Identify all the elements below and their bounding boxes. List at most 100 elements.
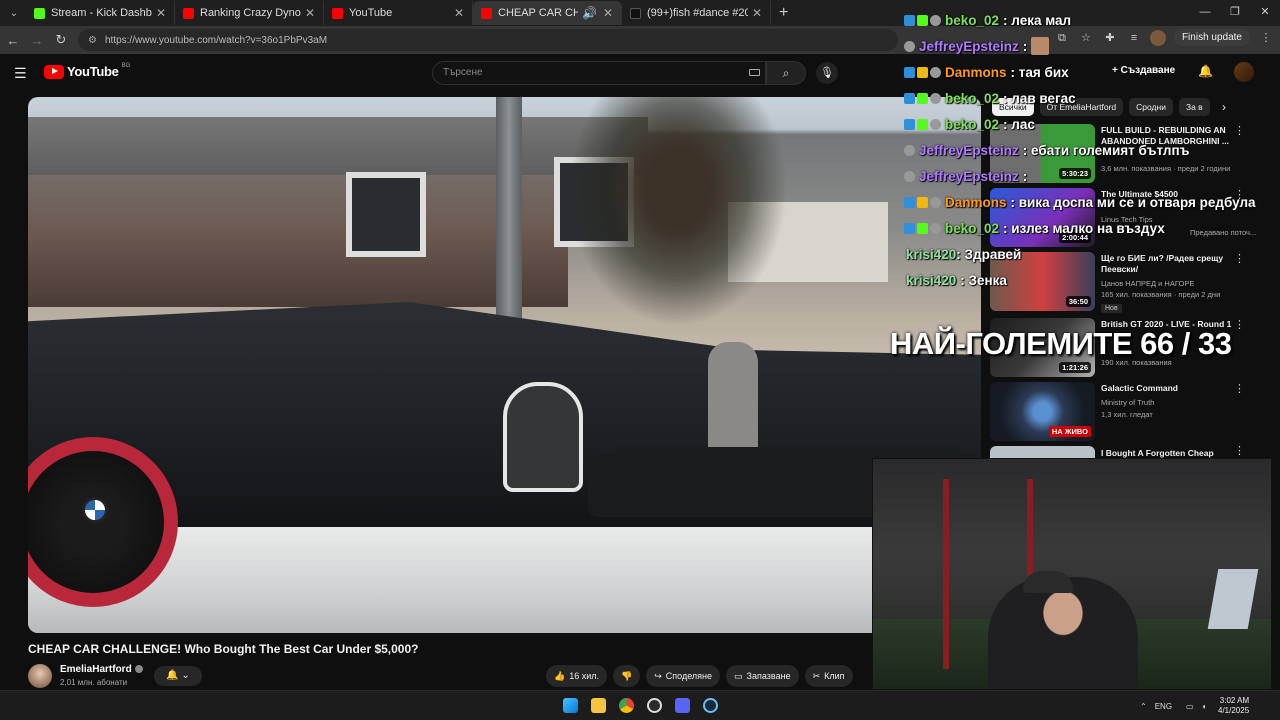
save-label: Запазване xyxy=(746,671,791,681)
discord-icon[interactable] xyxy=(675,698,690,713)
streamer-webcam xyxy=(872,458,1272,690)
search-button[interactable]: ⌕ xyxy=(766,61,806,85)
tab-label: CHEAP CAR CHALLENGE! W xyxy=(498,7,578,19)
close-tab-icon[interactable]: ✕ xyxy=(156,6,166,20)
more-options-icon[interactable]: ⋮ xyxy=(1234,382,1245,395)
video-actions: 👍 16 хил. 👎 ↪ Споделяне ▭ Запазване ✂ Кл… xyxy=(546,665,853,687)
chat-text: : лав вегас xyxy=(1003,90,1076,106)
youtube-favicon-icon xyxy=(481,7,492,19)
verified-icon xyxy=(134,665,143,674)
obs-icon[interactable] xyxy=(647,698,662,713)
chat-username: Danmons xyxy=(945,194,1007,210)
reload-icon[interactable]: ↻ xyxy=(50,32,72,48)
stream-counter-overlay: НАЙ-ГОЛЕМИТЕ 66 / 33 xyxy=(890,326,1232,361)
file-explorer-icon[interactable] xyxy=(591,698,606,713)
tab-youtube[interactable]: YouTube ✕ xyxy=(324,1,473,25)
chat-username: JeffreyEpsteinz xyxy=(919,142,1019,158)
tab-tiktok-fish[interactable]: (99+)fish #dance #2020 #fun ✕ xyxy=(622,1,771,25)
chat-text: : тая бих xyxy=(1010,64,1069,80)
chat-text: : лас xyxy=(1003,116,1035,132)
keyboard-icon[interactable] xyxy=(749,69,760,76)
chat-username: beko_02 xyxy=(945,116,1000,132)
chat-badge-icon xyxy=(904,170,915,182)
voice-search-icon[interactable]: 🎙 xyxy=(816,62,838,84)
video-player[interactable] xyxy=(28,97,981,633)
system-tray-icons: ▭ ◖ xyxy=(1186,691,1206,720)
youtube-favicon-icon xyxy=(332,7,343,19)
subscription-bell-button[interactable]: 🔔 ⌄ xyxy=(154,666,202,686)
clip-label: Клип xyxy=(824,671,845,681)
chat-message: JeffreyEpsteinz: ебати големият бътлпъ xyxy=(904,140,1190,160)
like-button[interactable]: 👍 16 хил. xyxy=(546,665,608,687)
tab-label: (99+)fish #dance #2020 #fun xyxy=(647,7,748,19)
recommendation-meta: 165 хил. показвания · преди 2 дни xyxy=(1101,290,1221,299)
youtube-logo[interactable]: YouTube BG xyxy=(44,63,130,79)
chat-text: : вика доспа ми се и отваря редбула xyxy=(1010,194,1256,210)
taskbar-clock[interactable]: 3:02 AM 4/1/2025 xyxy=(1218,696,1249,716)
chat-username: beko_02 xyxy=(945,12,1000,28)
tab-search-icon[interactable]: ⌄ xyxy=(2,1,26,25)
search-input[interactable]: Търсене xyxy=(432,61,766,85)
youtube-wordmark: YouTube xyxy=(67,64,119,79)
chat-message: beko_02: лека мал xyxy=(904,10,1071,30)
hamburger-menu-icon[interactable]: ☰ xyxy=(14,65,28,82)
site-info-icon[interactable]: ⚙ xyxy=(88,35,97,46)
tab-cheap-car-challenge[interactable]: CHEAP CAR CHALLENGE! W 🔊 ✕ xyxy=(473,1,622,25)
chat-badge-icon xyxy=(904,66,915,78)
like-count: 16 хил. xyxy=(569,671,600,681)
url-text: https://www.youtube.com/watch?v=36o1PbPv… xyxy=(104,34,328,46)
clip-button[interactable]: ✂ Клип xyxy=(804,665,853,687)
close-window-icon[interactable]: ✕ xyxy=(1250,0,1280,24)
close-tab-icon[interactable]: ✕ xyxy=(603,6,613,20)
chat-text: : Зенка xyxy=(960,272,1007,288)
forward-icon[interactable]: → xyxy=(26,33,48,48)
scissors-icon: ✂ xyxy=(812,670,821,681)
chat-badge-icon xyxy=(930,66,941,78)
close-tab-icon[interactable]: ✕ xyxy=(454,6,464,20)
steam-icon[interactable] xyxy=(703,698,718,713)
address-bar[interactable]: ⚙ https://www.youtube.com/watch?v=36o1Pb… xyxy=(78,29,898,51)
chat-badge-icon xyxy=(930,14,941,26)
duration-badge: 1:21:26 xyxy=(1059,362,1091,373)
chat-message: beko_02: излез малко на въздух xyxy=(904,218,1165,238)
save-button[interactable]: ▭ Запазване xyxy=(726,665,799,687)
tray-chevron-icon[interactable]: ⌃ xyxy=(1140,702,1147,711)
language-indicator[interactable]: ENG xyxy=(1155,702,1172,711)
chat-text: : излез малко на въздух xyxy=(1003,220,1165,236)
chat-badge-icon xyxy=(904,92,915,104)
close-tab-icon[interactable]: ✕ xyxy=(305,6,315,20)
chat-text: : ебати големият бътлпъ xyxy=(1022,142,1190,158)
dislike-button[interactable]: 👎 xyxy=(613,665,641,687)
back-icon[interactable]: ← xyxy=(2,33,24,48)
channel-avatar[interactable] xyxy=(28,664,52,688)
video-car-seat xyxy=(503,382,583,492)
chat-message: Danmons: вика доспа ми се и отваря редбу… xyxy=(904,192,1256,212)
tab-ranking-dyno[interactable]: Ranking Crazy Dyno Fail Mome ✕ xyxy=(175,1,324,25)
share-label: Споделяне xyxy=(665,671,713,681)
stream-chat-overlay: beko_02: лека мал JeffreyEpsteinz: Danmo… xyxy=(904,10,1256,290)
browser-menu-icon[interactable]: ⋮ xyxy=(1258,30,1274,46)
windows-start-icon[interactable] xyxy=(563,698,578,713)
tab-kick-dashboard[interactable]: Stream - Kick Dashboard ✕ xyxy=(26,1,175,25)
chat-badge-icon xyxy=(904,14,915,26)
more-options-icon[interactable]: ⋮ xyxy=(1234,446,1245,457)
clock-date: 4/1/2025 xyxy=(1218,706,1250,715)
recommendation-item[interactable]: НА ЖИВО Galactic Command Ministry of Tru… xyxy=(990,382,1270,442)
chat-badge-icon xyxy=(917,118,928,130)
chrome-icon[interactable] xyxy=(619,698,634,713)
network-icon[interactable]: ▭ xyxy=(1186,702,1194,711)
new-tab-button[interactable]: + xyxy=(779,4,788,22)
speaker-icon[interactable]: 🔊 xyxy=(582,6,597,20)
chat-badge-icon xyxy=(917,196,928,208)
subscriber-count: 2,01 млн. абонати xyxy=(60,678,128,687)
recommendation-item[interactable]: I Bought A Forgotten Cheap ⋮ xyxy=(990,446,1270,458)
chat-username: krisi420 xyxy=(906,246,957,262)
more-options-icon[interactable]: ⋮ xyxy=(1234,318,1245,331)
youtube-play-logo-icon xyxy=(44,64,64,79)
share-button[interactable]: ↪ Споделяне xyxy=(646,665,721,687)
chat-badge-icon xyxy=(930,118,941,130)
recommendation-meta: 1,3 хил. гледат xyxy=(1101,410,1153,419)
channel-name[interactable]: EmeliaHartford xyxy=(60,664,143,675)
close-tab-icon[interactable]: ✕ xyxy=(752,6,762,20)
volume-icon[interactable]: ◖ xyxy=(1202,702,1207,711)
